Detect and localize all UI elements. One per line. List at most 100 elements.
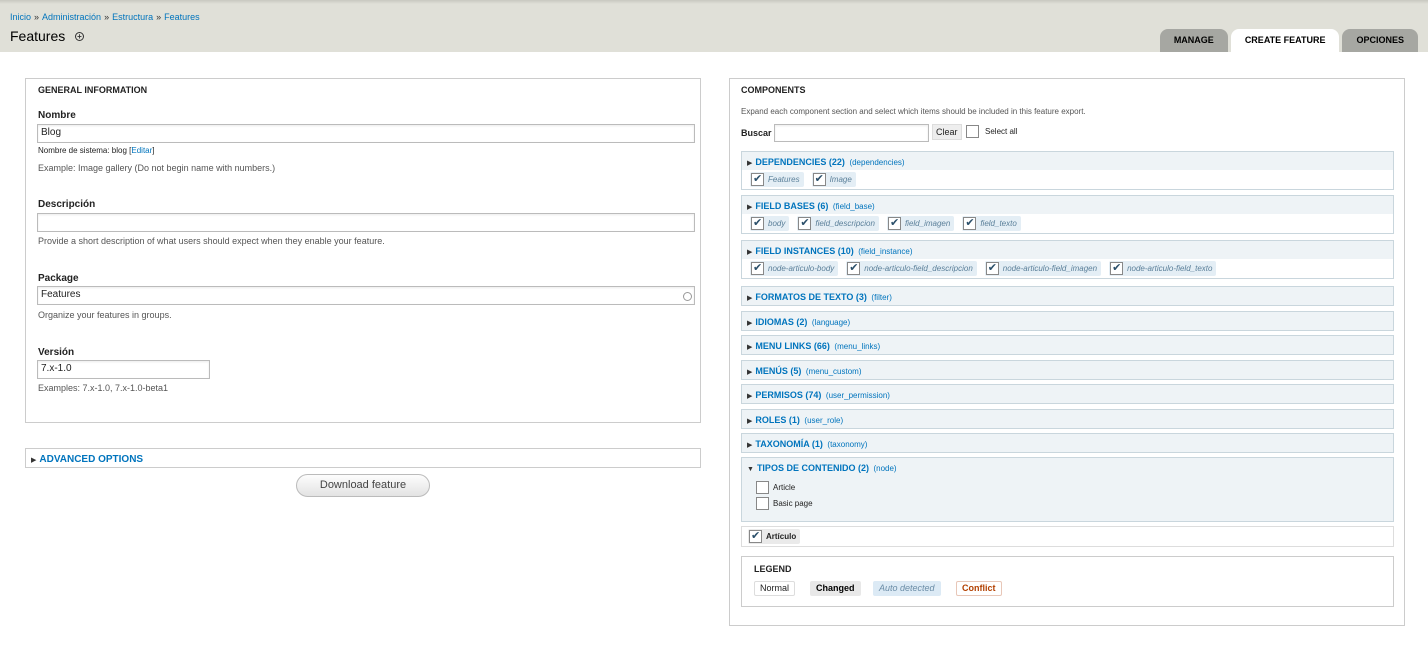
select-all-checkbox[interactable]: [966, 125, 979, 138]
item-checkbox[interactable]: [887, 216, 901, 230]
machine-name-prefix: Nombre de sistema: blog [: [38, 146, 132, 155]
item-checkbox[interactable]: [812, 172, 826, 186]
item-field-imagen[interactable]: field_imagen: [886, 216, 955, 231]
section-dependencies[interactable]: ▶ DEPENDENCIES (22) (dependencies): [741, 151, 1394, 171]
item-label: Image: [829, 175, 852, 184]
section-taxonomia-title: TAXONOMÍA (1): [755, 439, 823, 449]
advanced-options-toggle[interactable]: ▶ ADVANCED OPTIONS: [31, 454, 143, 465]
item-checkbox[interactable]: [1110, 261, 1124, 275]
section-roles-title: ROLES (1): [755, 415, 800, 425]
breadcrumb-estructura[interactable]: Estructura: [112, 12, 153, 22]
descripcion-input[interactable]: [37, 213, 695, 232]
section-taxonomia[interactable]: ▶ TAXONOMÍA (1) (taxonomy): [741, 433, 1394, 453]
item-image[interactable]: Image: [811, 172, 856, 187]
item-checkbox[interactable]: [749, 529, 762, 543]
item-node-articulo-field-imagen[interactable]: node-articulo-field_imagen: [984, 261, 1102, 276]
item-label: node-articulo-field_descripcion: [864, 264, 973, 273]
section-idiomas-title: IDIOMAS (2): [755, 317, 808, 327]
field-bases-items: body field_descripcion field_imagen fiel…: [741, 214, 1394, 234]
machine-name-suffix: ]: [152, 146, 155, 155]
node-option-checkbox[interactable]: [756, 481, 769, 494]
components-legend: COMPONENTS: [741, 85, 806, 95]
machine-name-edit-link[interactable]: Editar: [131, 146, 152, 155]
section-menu-links[interactable]: ▶ MENU LINKS (66) (menu_links): [741, 335, 1394, 355]
breadcrumb-inicio[interactable]: Inicio: [10, 12, 31, 22]
item-checkbox[interactable]: [751, 216, 764, 230]
item-node-articulo-field-descripcion[interactable]: node-articulo-field_descripcion: [846, 261, 977, 276]
section-tipos-de-contenido: ▼ TIPOS DE CONTENIDO (2) (node) Article B…: [741, 457, 1394, 522]
dependencies-items: Features Image: [741, 170, 1394, 190]
legend-conflict: Conflict: [956, 581, 1002, 596]
node-option-basic-page[interactable]: Basic page: [756, 497, 813, 510]
item-field-texto[interactable]: field_texto: [962, 216, 1021, 231]
item-node-articulo-body[interactable]: node-articulo-body: [750, 261, 839, 276]
item-checkbox[interactable]: [798, 216, 812, 230]
item-body[interactable]: body: [750, 216, 790, 231]
legend-normal: Normal: [754, 581, 796, 596]
section-formatos-de-texto[interactable]: ▶ FORMATOS DE TEXTO (3) (filter): [741, 286, 1394, 306]
version-label: Versión: [38, 347, 75, 358]
expanded-arrow-icon: ▼: [747, 466, 754, 473]
package-label: Package: [38, 273, 79, 284]
section-roles[interactable]: ▶ ROLES (1) (user_role): [741, 409, 1394, 429]
breadcrumb-features[interactable]: Features: [164, 12, 200, 22]
collapsed-arrow-icon: ▶: [747, 442, 753, 449]
section-permisos[interactable]: ▶ PERMISOS (74) (user_permission): [741, 384, 1394, 404]
collapsed-arrow-icon: ▶: [747, 393, 753, 400]
breadcrumb-separator: »: [104, 12, 110, 22]
item-checkbox[interactable]: [751, 261, 764, 275]
descripcion-description: Provide a short description of what user…: [38, 236, 385, 246]
collapsed-arrow-icon: ▶: [747, 418, 753, 425]
section-permisos-title: PERMISOS (74): [755, 390, 822, 400]
item-features[interactable]: Features: [750, 172, 804, 187]
node-option-checkbox[interactable]: [756, 497, 769, 510]
selected-item-articulo[interactable]: Artículo: [748, 529, 801, 544]
components-description: Expand each component section and select…: [741, 107, 1086, 116]
section-roles-machine: (user_role): [804, 416, 844, 425]
section-field-bases[interactable]: ▶ FIELD BASES (6) (field_base): [741, 195, 1394, 215]
tab-manage[interactable]: MANAGE: [1159, 29, 1228, 52]
section-idiomas[interactable]: ▶ IDIOMAS (2) (language): [741, 311, 1394, 331]
item-label: node-articulo-body: [768, 264, 835, 273]
section-field-instances[interactable]: ▶ FIELD INSTANCES (10) (field_instance): [741, 240, 1394, 260]
section-field-instances-title: FIELD INSTANCES (10): [755, 246, 854, 256]
item-checkbox[interactable]: [963, 216, 977, 230]
collapsed-arrow-icon: ▶: [31, 457, 37, 464]
legend-box: LEGEND Normal Changed Auto detected Conf…: [741, 556, 1394, 607]
item-label: Artículo: [766, 532, 797, 541]
buscar-input[interactable]: [774, 124, 929, 142]
download-feature-button[interactable]: Download feature: [296, 474, 430, 497]
item-label: Features: [768, 175, 800, 184]
package-input[interactable]: Features: [37, 286, 695, 305]
clear-button[interactable]: Clear: [932, 124, 962, 140]
collapsed-arrow-icon: ▶: [747, 320, 753, 327]
section-menus[interactable]: ▶ MENÚS (5) (menu_custom): [741, 360, 1394, 380]
breadcrumb-administracion[interactable]: Administración: [42, 12, 101, 22]
node-option-article[interactable]: Article: [756, 481, 795, 494]
tab-create-feature[interactable]: CREATE FEATURE: [1230, 29, 1340, 52]
selected-items-row: [741, 526, 1394, 547]
item-node-articulo-field-texto[interactable]: node-articulo-field_texto: [1109, 261, 1217, 276]
item-field-descripcion[interactable]: field_descripcion: [797, 216, 879, 231]
node-option-label: Article: [773, 483, 796, 492]
nombre-description: Example: Image gallery (Do not begin nam…: [38, 163, 276, 173]
nombre-input[interactable]: Blog: [37, 124, 695, 143]
add-shortcut-icon[interactable]: +: [75, 32, 84, 41]
item-checkbox[interactable]: [751, 172, 764, 186]
advanced-options-label: ADVANCED OPTIONS: [39, 454, 144, 465]
package-description: Organize your features in groups.: [38, 310, 172, 320]
collapsed-arrow-icon: ▶: [747, 344, 753, 351]
item-checkbox[interactable]: [985, 261, 999, 275]
item-checkbox[interactable]: [847, 261, 861, 275]
tab-opciones[interactable]: OPCIONES: [1342, 29, 1418, 52]
section-menus-title: MENÚS (5): [755, 366, 802, 376]
section-permisos-machine: (user_permission): [825, 391, 890, 400]
page-header: Inicio» Administración» Estructura» Feature…: [0, 0, 1428, 52]
version-input[interactable]: 7.x-1.0: [37, 360, 210, 379]
section-tipos-toggle[interactable]: ▼ TIPOS DE CONTENIDO (2) (node): [747, 463, 897, 473]
section-dependencies-machine: (dependencies): [849, 158, 905, 167]
item-label: body: [768, 219, 786, 228]
collapsed-arrow-icon: ▶: [747, 204, 753, 211]
buscar-label: Buscar: [741, 128, 772, 138]
item-label: field_imagen: [904, 219, 951, 228]
